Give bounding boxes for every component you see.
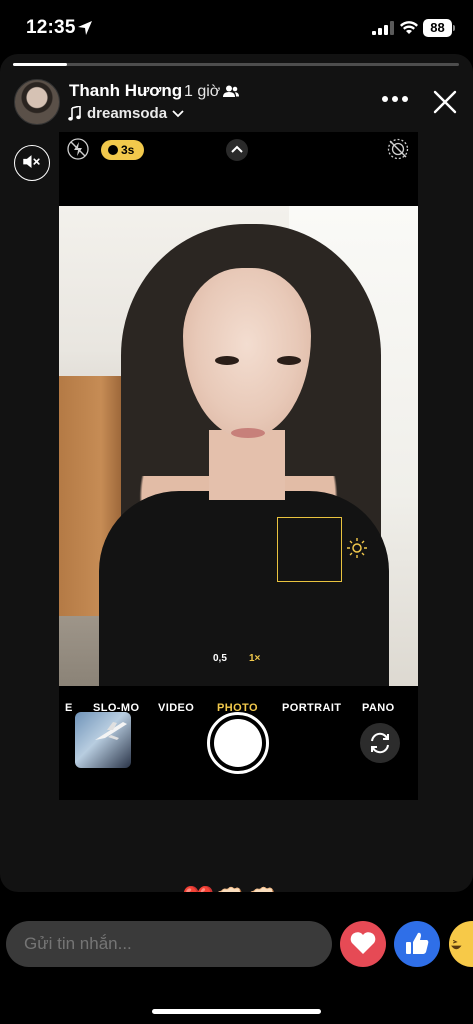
- reaction-emoji-text: ❤️👊🏻👊🏻: [182, 884, 279, 892]
- reaction-emojis: ❤️👊🏻👊🏻: [182, 884, 279, 892]
- story-time-ago: 1 giờ: [184, 83, 221, 100]
- heart-reaction-button[interactable]: [340, 921, 386, 967]
- chevron-down-icon[interactable]: [172, 110, 184, 118]
- timer-badge: 3s: [101, 140, 144, 160]
- story-progress-bar: [13, 63, 459, 66]
- status-time: 12:35: [26, 17, 76, 38]
- mode-item: VIDEO: [158, 702, 195, 714]
- speaker-muted-icon: [23, 155, 40, 168]
- haha-reaction-button[interactable]: [449, 921, 473, 967]
- airplane-icon: [95, 722, 127, 740]
- live-photo-off-icon: [387, 138, 409, 160]
- mode-item: PORTRAIT: [282, 702, 342, 714]
- zoom-1x: 1×: [249, 653, 261, 664]
- home-indicator: [152, 1009, 321, 1014]
- laughing-face-icon: [451, 939, 462, 950]
- timer-icon: [108, 145, 118, 155]
- focus-box: [277, 517, 342, 582]
- friends-icon: [223, 85, 239, 97]
- subject-left-eye: [215, 356, 239, 365]
- exposure-sun-icon: [347, 538, 367, 558]
- message-input[interactable]: [6, 921, 332, 967]
- shutter-inner: [214, 719, 262, 767]
- gallery-thumbnail: [75, 712, 131, 768]
- status-bar: 12:35 88: [0, 0, 473, 58]
- camera-viewfinder: 0,5 1×: [59, 206, 418, 686]
- close-icon[interactable]: [433, 90, 457, 114]
- song-name[interactable]: dreamsoda: [87, 105, 167, 122]
- avatar[interactable]: [14, 79, 60, 125]
- mute-button[interactable]: [14, 145, 50, 181]
- flip-camera-icon: [360, 723, 400, 763]
- music-note-icon: [68, 106, 81, 121]
- story-user-name[interactable]: Thanh Hương: [69, 81, 182, 101]
- story-photo-camera-screen: 3s 0,5 1× E SLO-MO VIDEO PHOTO PORTRAIT …: [59, 132, 418, 800]
- subject-lips: [231, 428, 265, 438]
- more-icon[interactable]: [380, 92, 410, 106]
- flash-off-icon: [67, 138, 89, 160]
- battery-tip: [453, 25, 455, 31]
- subject-right-eye: [277, 356, 301, 365]
- cellular-signal-icon: [372, 21, 394, 35]
- heart-icon: [350, 932, 376, 954]
- zoom-0-5: 0,5: [213, 653, 227, 664]
- shutter-button: [207, 712, 269, 774]
- like-reaction-button[interactable]: [394, 921, 440, 967]
- story-progress-fill: [13, 63, 67, 66]
- wifi-icon: [400, 21, 418, 34]
- subject-neck: [209, 430, 285, 500]
- location-arrow-icon: [78, 21, 92, 35]
- mode-item: E: [65, 702, 73, 714]
- thumbs-up-icon: [406, 932, 429, 954]
- timer-label: 3s: [121, 143, 135, 157]
- battery-indicator: 88: [423, 19, 452, 37]
- mode-item: PANO: [362, 702, 395, 714]
- camera-chevron-up-icon: [226, 139, 248, 161]
- camera-top-bar: 3s: [59, 132, 418, 170]
- subject-black-top: [99, 491, 389, 686]
- story-card[interactable]: Thanh Hương 1 giờ dreamsoda 3s 0,5 1× E …: [0, 54, 473, 892]
